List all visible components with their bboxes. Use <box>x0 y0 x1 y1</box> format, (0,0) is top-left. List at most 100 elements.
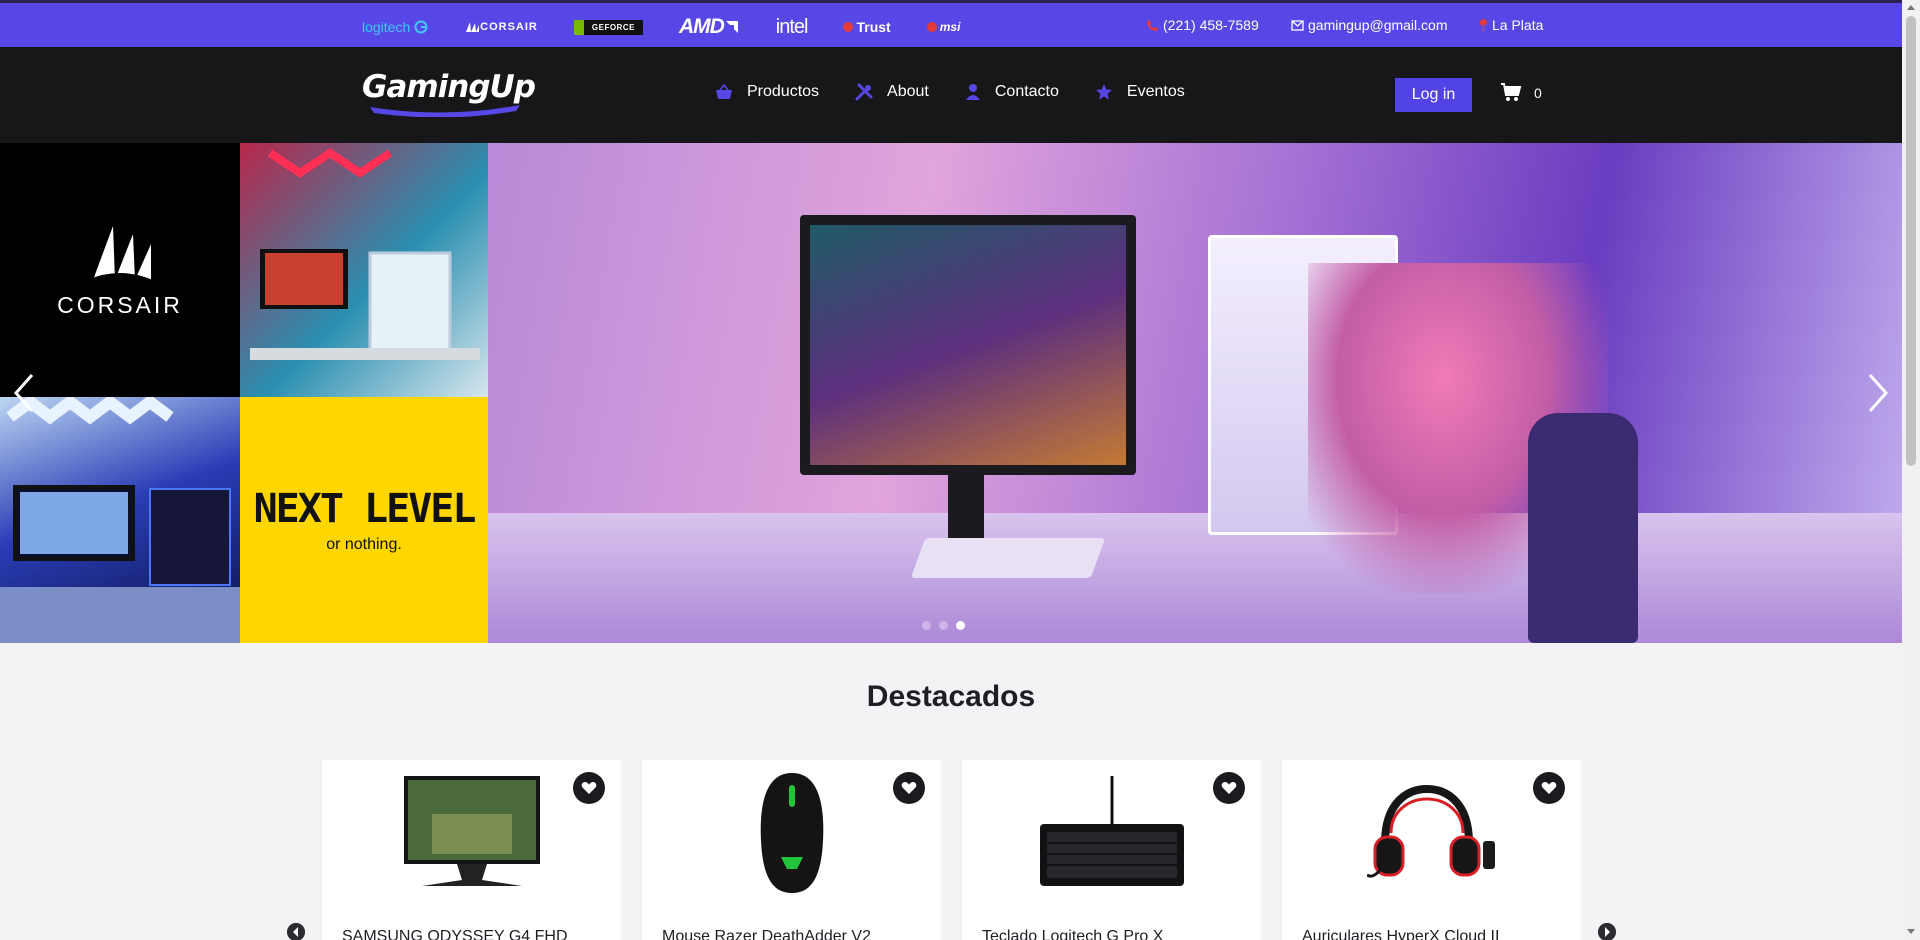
featured-prev-button[interactable] <box>287 923 305 940</box>
product-card[interactable]: SAMSUNG ODYSSEY G4 FHD <box>322 760 621 940</box>
brand-corsair[interactable]: CORSAIR <box>464 21 538 33</box>
phone-icon <box>1147 19 1158 31</box>
heart-icon <box>901 781 917 794</box>
desk-illustration <box>488 513 1902 643</box>
product-card[interactable]: Mouse Razer DeathAdder V2 <box>642 760 941 940</box>
basket-icon <box>716 84 732 99</box>
carousel-dot-1[interactable] <box>922 621 931 630</box>
carousel-indicators <box>922 621 973 630</box>
user-icon <box>965 84 980 100</box>
nav-item-about-label: About <box>887 83 929 100</box>
carousel-dot-2[interactable] <box>939 621 948 630</box>
scroll-down-arrow-icon[interactable] <box>1907 929 1915 934</box>
favorite-button[interactable] <box>893 772 925 804</box>
brand-geforce-label: GEFORCE <box>591 22 635 32</box>
hero-main-image <box>488 143 1902 643</box>
featured-title: Destacados <box>866 680 1036 713</box>
nav-item-contacto-label: Contacto <box>994 83 1059 100</box>
nav-item-productos[interactable]: Productos <box>715 83 819 101</box>
scroll-up-arrow-icon[interactable] <box>1907 5 1915 10</box>
brand-amd-label: AMD <box>678 15 725 38</box>
carousel-dot-3[interactable] <box>956 621 965 630</box>
product-name[interactable]: Teclado Logitech G Pro X <box>982 928 1163 940</box>
corsair-tile: CORSAIR <box>0 143 240 397</box>
tools-icon <box>855 83 873 101</box>
product-name[interactable]: SAMSUNG ODYSSEY G4 FHD <box>342 928 568 940</box>
site-logo[interactable]: GamingUp <box>362 69 542 121</box>
pin-icon <box>1480 19 1487 32</box>
brand-logitech-label: logitech <box>362 19 411 35</box>
cart-button[interactable]: 0 <box>1500 83 1542 102</box>
contact-phone[interactable]: (221) 458-7589 <box>1146 17 1259 33</box>
contact-email-text: gamingup@gmail.com <box>1308 17 1448 33</box>
next-level-subtitle: or nothing. <box>326 536 402 553</box>
setup-illustration-blue <box>0 397 240 643</box>
brand-msi[interactable]: msi <box>926 20 961 34</box>
logo-swoosh-icon <box>370 105 520 117</box>
logo-text: GamingUp <box>362 69 536 105</box>
star-icon <box>1095 84 1112 100</box>
contact-location[interactable]: La Plata <box>1479 17 1543 33</box>
brand-trust-label: Trust <box>856 19 891 35</box>
carousel-prev-button[interactable] <box>10 371 40 415</box>
msi-dragon-icon <box>926 22 937 32</box>
brand-msi-label: msi <box>939 20 961 34</box>
brand-logitech[interactable]: logitech <box>362 19 428 35</box>
monitor-image <box>372 770 572 895</box>
nav-item-eventos[interactable]: Eventos <box>1095 83 1185 101</box>
brand-corsair-label: CORSAIR <box>480 21 538 33</box>
featured-products: SAMSUNG ODYSSEY G4 FHD Mouse Razer Death… <box>322 760 1602 940</box>
headset-image <box>1332 770 1532 895</box>
keyboard-illustration <box>910 538 1106 578</box>
monitor-illustration <box>800 215 1136 475</box>
nav-item-about[interactable]: About <box>855 83 929 101</box>
keyboard-product-illustration <box>1040 775 1184 886</box>
contact-phone-text: (221) 458-7589 <box>1163 17 1259 33</box>
product-card[interactable]: Teclado Logitech G Pro X <box>962 760 1261 940</box>
scrollbar-thumb[interactable] <box>1906 16 1916 466</box>
mail-icon <box>1291 19 1304 31</box>
headset-product-illustration <box>1367 784 1495 878</box>
page-scrollbar[interactable] <box>1902 0 1920 940</box>
mouse-product-illustration <box>760 772 824 893</box>
corsair-sails-icon <box>466 22 480 32</box>
corsair-sails-icon <box>87 225 153 280</box>
favorite-button[interactable] <box>1533 772 1565 804</box>
brand-strip: logitech CORSAIR GEFORCE AMD intel Trust… <box>362 15 996 39</box>
next-level-title: NEXT LEVEL <box>253 486 477 532</box>
featured-next-button[interactable] <box>1598 923 1616 940</box>
heart-icon <box>1541 781 1557 794</box>
top-bar: logitech CORSAIR GEFORCE AMD intel Trust… <box>0 0 1902 47</box>
logitech-g-icon <box>414 20 428 34</box>
contact-location-text: La Plata <box>1492 17 1544 33</box>
brand-amd[interactable]: AMD <box>679 15 740 39</box>
mouse-image <box>692 770 892 895</box>
nav-item-productos-label: Productos <box>747 83 820 100</box>
product-name[interactable]: Auriculares HyperX Cloud II <box>1302 928 1499 940</box>
nav-item-contacto[interactable]: Contacto <box>965 83 1059 101</box>
monitor-product-illustration <box>404 775 540 886</box>
brand-intel[interactable]: intel <box>775 15 809 39</box>
monitor-screen <box>810 225 1126 465</box>
login-button[interactable]: Log in <box>1395 78 1472 112</box>
keyboard-image <box>1012 770 1212 895</box>
cart-count: 0 <box>1534 84 1542 101</box>
setup-illustration-red <box>250 148 480 360</box>
chair-illustration <box>1528 413 1638 643</box>
nav-item-eventos-label: Eventos <box>1126 83 1185 100</box>
trust-mark-icon <box>843 22 854 32</box>
contact-email[interactable]: gamingup@gmail.com <box>1291 17 1448 33</box>
brand-geforce[interactable]: GEFORCE <box>573 19 643 35</box>
carousel-next-button[interactable] <box>1862 371 1892 415</box>
cart-icon <box>1501 83 1522 101</box>
product-name[interactable]: Mouse Razer DeathAdder V2 <box>662 928 871 940</box>
favorite-button[interactable] <box>573 772 605 804</box>
brand-intel-label: intel <box>775 15 809 38</box>
heart-icon <box>581 781 597 794</box>
favorite-button[interactable] <box>1213 772 1245 804</box>
main-navbar: GamingUp Productos About Contacto Evento… <box>0 47 1902 143</box>
product-card[interactable]: Auriculares HyperX Cloud II <box>1282 760 1581 940</box>
heart-icon <box>1221 781 1237 794</box>
brand-trust[interactable]: Trust <box>843 19 891 35</box>
hero-carousel: CORSAIR NEXT LEVEL or nothing. <box>0 143 1902 643</box>
